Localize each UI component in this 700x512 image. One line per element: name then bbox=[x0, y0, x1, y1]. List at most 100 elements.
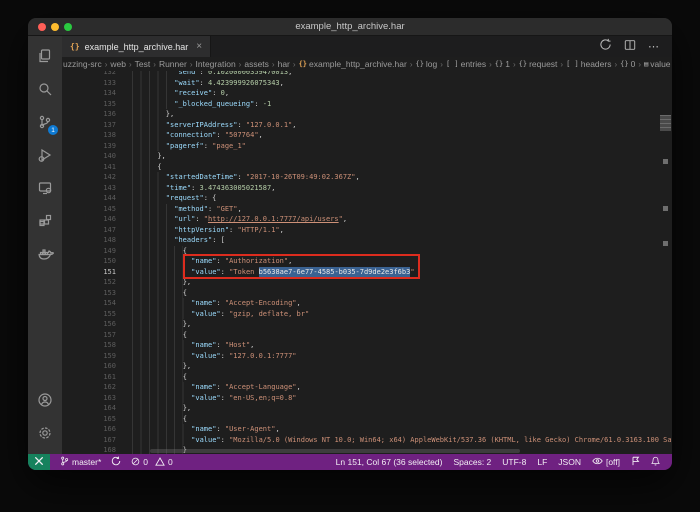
code-line[interactable]: 167"value": "Mozilla/5.0 (Windows NT 10.… bbox=[62, 435, 658, 446]
feedback-status[interactable] bbox=[631, 456, 640, 468]
code-line[interactable]: 155"value": "gzip, deflate, br" bbox=[62, 309, 658, 320]
breadcrumb-item-1[interactable]: {}1 bbox=[495, 59, 510, 69]
minimize-window-button[interactable] bbox=[51, 23, 59, 31]
extensions-icon[interactable] bbox=[33, 209, 57, 233]
code-line[interactable]: 136}, bbox=[62, 109, 658, 120]
sync-status[interactable] bbox=[111, 456, 121, 468]
code-token: "serverIPAddress" bbox=[166, 120, 238, 131]
overview-ruler[interactable] bbox=[658, 71, 672, 454]
breadcrumb-item-request[interactable]: {}request bbox=[519, 59, 558, 69]
window-title: example_http_archive.har bbox=[295, 21, 404, 32]
code-line[interactable]: 148"headers": [ bbox=[62, 235, 658, 246]
explorer-icon[interactable] bbox=[33, 44, 57, 68]
code-line[interactable]: 147"httpVersion": "HTTP/1.1", bbox=[62, 225, 658, 236]
code-line[interactable]: 142"startedDateTime": "2017-10-26T09:49:… bbox=[62, 172, 658, 183]
indentation-status[interactable]: Spaces: 2 bbox=[453, 457, 491, 467]
code-token: , bbox=[288, 256, 292, 267]
code-line[interactable]: 154"name": "Accept-Encoding", bbox=[62, 298, 658, 309]
code-token: : bbox=[216, 130, 224, 141]
source-control-icon[interactable]: 1 bbox=[33, 110, 57, 134]
breadcrumb-item-integration[interactable]: Integration bbox=[196, 59, 236, 69]
code-line[interactable]: 153{ bbox=[62, 288, 658, 299]
eol-status[interactable]: LF bbox=[537, 457, 547, 467]
breadcrumb-item-assets[interactable]: assets bbox=[244, 59, 269, 69]
code-line[interactable]: 162"name": "Accept-Language", bbox=[62, 382, 658, 393]
breadcrumb-item-example-http-archive-har[interactable]: {}example_http_archive.har bbox=[299, 59, 407, 69]
breadcrumb-item-uzzing-src[interactable]: uzzing-src bbox=[63, 59, 102, 69]
code-line[interactable]: 161{ bbox=[62, 372, 658, 383]
line-content: "receive": 0, bbox=[132, 88, 229, 99]
code-line[interactable]: 151"value": "Token b5638ae7-6e77-4585-b0… bbox=[62, 267, 658, 278]
horizontal-scrollbar[interactable] bbox=[150, 449, 520, 453]
run-debug-icon[interactable] bbox=[33, 143, 57, 167]
problems-status[interactable]: 0 0 bbox=[131, 457, 172, 468]
code-line[interactable]: 157{ bbox=[62, 330, 658, 341]
code-line[interactable]: 160}, bbox=[62, 361, 658, 372]
breadcrumb-item-log[interactable]: {}log bbox=[415, 59, 437, 69]
search-icon[interactable] bbox=[33, 77, 57, 101]
code-line[interactable]: 149{ bbox=[62, 246, 658, 257]
tab-example-http-archive[interactable]: {} example_http_archive.har × bbox=[62, 36, 211, 57]
title-bar[interactable]: example_http_archive.har bbox=[28, 18, 672, 36]
code-token: , bbox=[355, 172, 359, 183]
split-editor-icon[interactable] bbox=[624, 38, 636, 56]
breadcrumb-item-headers[interactable]: [ ]headers bbox=[566, 59, 611, 69]
close-window-button[interactable] bbox=[38, 23, 46, 31]
screencast-status[interactable]: [off] bbox=[592, 457, 620, 467]
code-token: : bbox=[216, 256, 224, 267]
code-line[interactable]: 163"value": "en-US,en;q=0.8" bbox=[62, 393, 658, 404]
code-line[interactable]: 137"serverIPAddress": "127.0.0.1", bbox=[62, 120, 658, 131]
line-content: "value": "Token b5638ae7-6e77-4585-b035-… bbox=[132, 267, 415, 278]
notifications-status[interactable] bbox=[651, 456, 660, 468]
breadcrumb-item-runner[interactable]: Runner bbox=[159, 59, 187, 69]
cursor-position[interactable]: Ln 151, Col 67 (36 selected) bbox=[336, 457, 443, 467]
code-line[interactable]: 138"connection": "507764", bbox=[62, 130, 658, 141]
settings-gear-icon[interactable] bbox=[33, 421, 57, 445]
tab-close-icon[interactable]: × bbox=[196, 41, 202, 52]
breadcrumb-item-0[interactable]: {}0 bbox=[620, 59, 635, 69]
encoding-status[interactable]: UTF-8 bbox=[502, 457, 526, 467]
breadcrumb-item-web[interactable]: web bbox=[110, 59, 126, 69]
breadcrumb-item-value[interactable]: ▤value bbox=[644, 59, 671, 69]
code-line[interactable]: 152}, bbox=[62, 277, 658, 288]
language-mode[interactable]: JSON bbox=[558, 457, 581, 467]
scrollbar-thumb[interactable] bbox=[660, 115, 671, 131]
breadcrumb-item-har[interactable]: har bbox=[278, 59, 290, 69]
line-content: "_blocked_queueing": -1 bbox=[132, 99, 271, 110]
code-line[interactable]: 134"receive": 0, bbox=[62, 88, 658, 99]
zoom-window-button[interactable] bbox=[64, 23, 72, 31]
code-line[interactable]: 143"time": 3.474363005021587, bbox=[62, 183, 658, 194]
code-line[interactable]: 156}, bbox=[62, 319, 658, 330]
code-line[interactable]: 166"name": "User-Agent", bbox=[62, 424, 658, 435]
breadcrumb-item-entries[interactable]: [ ]entries bbox=[446, 59, 486, 69]
code-line[interactable]: 133"wait": 4.423999926075343, bbox=[62, 78, 658, 89]
line-content: { bbox=[132, 162, 162, 173]
breadcrumb-item-test[interactable]: Test bbox=[135, 59, 151, 69]
code-line[interactable]: 141{ bbox=[62, 162, 658, 173]
line-number: 136 bbox=[62, 109, 116, 120]
indent-guides bbox=[132, 193, 166, 204]
remote-indicator[interactable] bbox=[28, 454, 50, 470]
code-line[interactable]: 165{ bbox=[62, 414, 658, 425]
more-actions-icon[interactable]: ⋯ bbox=[648, 40, 660, 53]
code-line[interactable]: 144"request": { bbox=[62, 193, 658, 204]
code-token: "Mozilla/5.0 (Windows NT 10.0; Win64; x6… bbox=[229, 435, 672, 446]
code-token: , bbox=[271, 183, 275, 194]
code-line[interactable]: 158"name": "Host", bbox=[62, 340, 658, 351]
line-content: }, bbox=[132, 361, 191, 372]
code-line[interactable]: 150"name": "Authorization", bbox=[62, 256, 658, 267]
git-branch-status[interactable]: master* bbox=[60, 456, 101, 468]
open-changes-icon[interactable] bbox=[599, 38, 612, 56]
account-icon[interactable] bbox=[33, 388, 57, 412]
code-line[interactable]: 145"method": "GET", bbox=[62, 204, 658, 215]
breadcrumb-label: Integration bbox=[196, 59, 236, 69]
code-line[interactable]: 140}, bbox=[62, 151, 658, 162]
code-line[interactable]: 135"_blocked_queueing": -1 bbox=[62, 99, 658, 110]
editor-code-area[interactable]: 132"send": 0.10200000359470013,133"wait"… bbox=[62, 71, 672, 454]
code-line[interactable]: 159"value": "127.0.0.1:7777" bbox=[62, 351, 658, 362]
code-line[interactable]: 139"pageref": "page_1" bbox=[62, 141, 658, 152]
code-line[interactable]: 164}, bbox=[62, 403, 658, 414]
docker-icon[interactable] bbox=[33, 242, 57, 266]
remote-explorer-icon[interactable] bbox=[33, 176, 57, 200]
code-line[interactable]: 146"url": "http://127.0.0.1:7777/api/use… bbox=[62, 214, 658, 225]
